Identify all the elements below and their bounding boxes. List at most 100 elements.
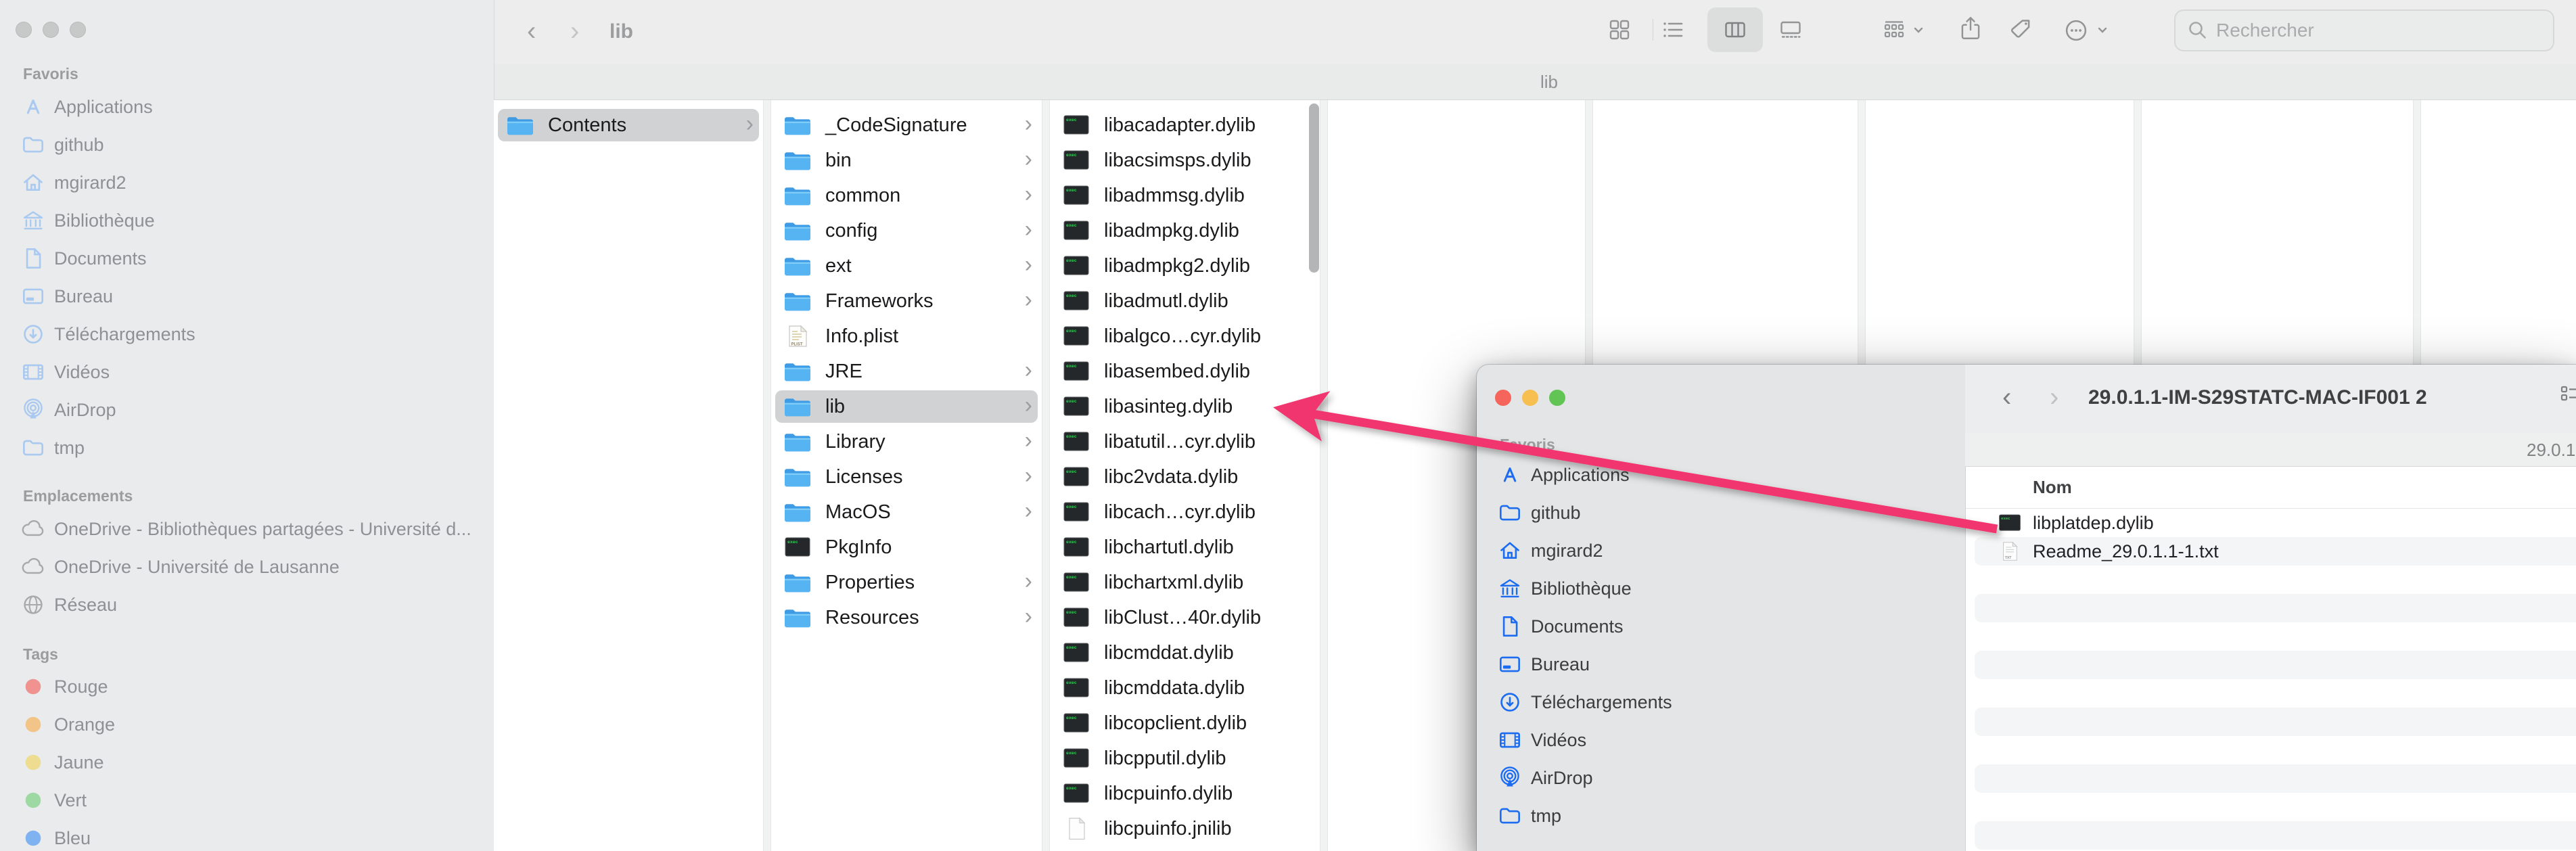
file-row-info-plist[interactable]: PLISTInfo.plist <box>771 319 1042 354</box>
file-row-libchartxml-dylib[interactable]: execlibchartxml.dylib <box>1050 565 1320 600</box>
sidebar-item-orange[interactable]: Orange <box>0 706 490 743</box>
sidebar-item-tmp[interactable]: tmp <box>0 429 490 467</box>
file-row-libcpuinfo-dylib[interactable]: execlibcpuinfo.dylib <box>1050 776 1320 811</box>
file-row-lib[interactable]: lib› <box>771 389 1042 424</box>
sidebar-item-onedrive-biblioth-ques-partag-[interactable]: OneDrive - Bibliothèques partagées - Uni… <box>0 510 490 548</box>
file-name: ext <box>825 255 852 277</box>
main-window-tab-bar[interactable]: lib <box>495 64 2576 100</box>
file-row-contents[interactable]: Contents› <box>494 108 763 143</box>
sidebar-item-github[interactable]: github <box>1477 494 1961 532</box>
close-button[interactable] <box>1495 390 1511 406</box>
view-gallery-icon[interactable] <box>1778 18 1803 42</box>
sidebar-item-airdrop[interactable]: AirDrop <box>0 391 490 429</box>
forward-button[interactable]: › <box>570 18 579 45</box>
minimize-button[interactable] <box>43 22 59 38</box>
sidebar-item-mgirard2[interactable]: mgirard2 <box>1477 532 1961 570</box>
view-list-icon[interactable] <box>1661 18 1685 42</box>
group-by-icon[interactable] <box>1881 18 1907 42</box>
search-field[interactable]: Rechercher <box>2174 9 2554 51</box>
sidebar-item-mgirard2[interactable]: mgirard2 <box>0 164 490 202</box>
file-row-libcmddat-dylib[interactable]: execlibcmddat.dylib <box>1050 635 1320 670</box>
file-row--codesignature[interactable]: _CodeSignature› <box>771 108 1042 143</box>
forward-button[interactable]: › <box>2050 384 2058 411</box>
file-row-licenses[interactable]: Licenses› <box>771 459 1042 495</box>
file-row-bin[interactable]: bin› <box>771 143 1042 178</box>
file-row-frameworks[interactable]: Frameworks› <box>771 283 1042 319</box>
minimize-button[interactable] <box>1522 390 1538 406</box>
sidebar-item-applications[interactable]: Applications <box>0 88 490 126</box>
sidebar-item-t-l-chargements[interactable]: Téléchargements <box>1477 683 1961 721</box>
sidebar-item-vid-os[interactable]: Vidéos <box>0 353 490 391</box>
tag-icon[interactable] <box>2008 17 2035 44</box>
sidebar-item-vert[interactable]: Vert <box>0 781 490 819</box>
column-separator[interactable] <box>1042 100 1050 851</box>
file-row-libplatdep-dylib[interactable]: execlibplatdep.dylib <box>1966 509 2576 537</box>
view-options-partial-icon[interactable] <box>2558 384 2576 408</box>
file-row-libadmpkg-dylib[interactable]: execlibadmpkg.dylib <box>1050 213 1320 248</box>
file-row-jre[interactable]: JRE› <box>771 354 1042 389</box>
sidebar-item-biblioth-que[interactable]: Bibliothèque <box>0 202 490 239</box>
sidebar-item-rouge[interactable]: Rouge <box>0 668 490 706</box>
sidebar-item-applications[interactable]: Applications <box>1477 456 1961 494</box>
file-row-macos[interactable]: MacOS› <box>771 495 1042 530</box>
sidebar-item-bureau[interactable]: Bureau <box>1477 645 1961 683</box>
file-row-libcpuinfo-jnilib[interactable]: libcpuinfo.jnilib <box>1050 811 1320 846</box>
sidebar-item-biblioth-que[interactable]: Bibliothèque <box>1477 570 1961 607</box>
file-row-libasembed-dylib[interactable]: execlibasembed.dylib <box>1050 354 1320 389</box>
file-row-libcach-cyr-dylib[interactable]: execlibcach…cyr.dylib <box>1050 495 1320 530</box>
file-row-libasinteg-dylib[interactable]: execlibasinteg.dylib <box>1050 389 1320 424</box>
sidebar-item-onedrive-universit-de-lausanne[interactable]: OneDrive - Université de Lausanne <box>0 548 490 586</box>
sidebar-item-r-seau[interactable]: Réseau <box>0 586 490 624</box>
zoom-button[interactable] <box>1549 390 1565 406</box>
file-row-libchartutl-dylib[interactable]: execlibchartutl.dylib <box>1050 530 1320 565</box>
file-row-resources[interactable]: Resources› <box>771 600 1042 635</box>
sidebar-item-jaune[interactable]: Jaune <box>0 743 490 781</box>
sidebar-item-airdrop[interactable]: AirDrop <box>1477 759 1961 797</box>
sidebar-item-label: Réseau <box>54 595 117 616</box>
sidebar-item-github[interactable]: github <box>0 126 490 164</box>
file-row-pkginfo[interactable]: execPkgInfo <box>771 530 1042 565</box>
file-row-library[interactable]: Library› <box>771 424 1042 459</box>
file-row-libc2vdata-dylib[interactable]: execlibc2vdata.dylib <box>1050 459 1320 495</box>
column-scrollbar[interactable] <box>1309 104 1319 273</box>
file-row-libclust-40r-dylib[interactable]: execlibClust…40r.dylib <box>1050 600 1320 635</box>
file-row-libadmmsg-dylib[interactable]: execlibadmmsg.dylib <box>1050 178 1320 213</box>
file-row-libalgco-cyr-dylib[interactable]: execlibalgco…cyr.dylib <box>1050 319 1320 354</box>
file-row-config[interactable]: config› <box>771 213 1042 248</box>
sidebar-item-bleu[interactable]: Bleu <box>0 819 490 851</box>
back-button[interactable]: ‹ <box>527 18 536 45</box>
file-row-libadmpkg2-dylib[interactable]: execlibadmpkg2.dylib <box>1050 248 1320 283</box>
file-row-libatutil-cyr-dylib[interactable]: execlibatutil…cyr.dylib <box>1050 424 1320 459</box>
file-row-ext[interactable]: ext› <box>771 248 1042 283</box>
sidebar-item-bureau[interactable]: Bureau <box>0 277 490 315</box>
zoom-button[interactable] <box>70 22 86 38</box>
sidebar-item-documents[interactable]: Documents <box>1477 607 1961 645</box>
back-button[interactable]: ‹ <box>2002 384 2011 411</box>
file-row-libcmddata-dylib[interactable]: execlibcmddata.dylib <box>1050 670 1320 706</box>
sidebar-item-vid-os[interactable]: Vidéos <box>1477 721 1961 759</box>
file-row-libadmutl-dylib[interactable]: execlibadmutl.dylib <box>1050 283 1320 319</box>
file-row-readme-29-0-1-1-1-txt[interactable]: TXTReadme_29.0.1.1-1.txt <box>1966 537 2576 566</box>
view-columns-icon[interactable] <box>1723 18 1747 42</box>
window-controls[interactable] <box>16 22 86 38</box>
share-icon[interactable] <box>1958 15 1983 42</box>
sidebar-item-documents[interactable]: Documents <box>0 239 490 277</box>
view-grid-icon[interactable] <box>1607 18 1632 42</box>
sidebar-item-tmp[interactable]: tmp <box>1477 797 1961 835</box>
file-row-libacsimsps-dylib[interactable]: execlibacsimsps.dylib <box>1050 143 1320 178</box>
file-row-libcpputil-dylib[interactable]: execlibcpputil.dylib <box>1050 741 1320 776</box>
file-row-libacadapter-dylib[interactable]: execlibacadapter.dylib <box>1050 108 1320 143</box>
column-separator[interactable] <box>763 100 771 851</box>
sidebar-item-t-l-chargements[interactable]: Téléchargements <box>0 315 490 353</box>
window-controls[interactable] <box>1495 390 1565 406</box>
more-actions-icon[interactable] <box>2063 17 2090 44</box>
secondary-tab-bar[interactable]: 29.0.1.1-IM-S29STATC-MAC-IF001 2 <box>1965 433 2576 467</box>
file-row-libcopclient-dylib[interactable]: execlibcopclient.dylib <box>1050 706 1320 741</box>
file-row-properties[interactable]: Properties› <box>771 565 1042 600</box>
file-row-common[interactable]: common› <box>771 178 1042 213</box>
chevron-right-icon: › <box>1025 498 1032 524</box>
list-header-row[interactable]: Nom <box>1966 467 2576 509</box>
column-separator[interactable] <box>1320 100 1328 851</box>
column-header-name[interactable]: Nom <box>2033 477 2072 498</box>
close-button[interactable] <box>16 22 32 38</box>
